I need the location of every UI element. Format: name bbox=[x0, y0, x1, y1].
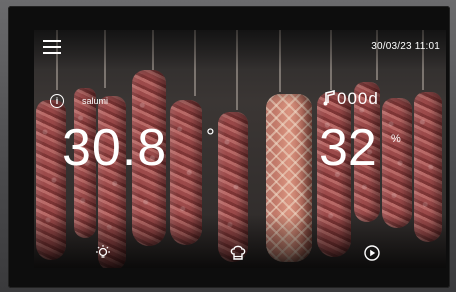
chef-hat-icon[interactable] bbox=[229, 244, 247, 262]
hamburger-menu-icon[interactable] bbox=[43, 40, 61, 54]
program-name: salumi bbox=[82, 96, 109, 106]
device-frame: 30/03/23 11:01 i salumi 000d 30.8 ° 32 % bbox=[0, 0, 456, 292]
humidity-unit: % bbox=[391, 133, 401, 145]
humidity-value: 32 bbox=[319, 119, 377, 177]
temperature-unit: ° bbox=[206, 124, 215, 149]
info-icon[interactable]: i bbox=[50, 94, 64, 108]
cycle-counter: 000d bbox=[337, 89, 379, 108]
play-icon[interactable] bbox=[363, 244, 381, 262]
light-bulb-icon[interactable] bbox=[94, 244, 112, 262]
date-time-display: 30/03/23 11:01 bbox=[371, 41, 440, 52]
temperature-value: 30.8 bbox=[62, 119, 168, 177]
ui-overlay: 30/03/23 11:01 i salumi 000d 30.8 ° 32 % bbox=[34, 30, 446, 268]
display-screen: 30/03/23 11:01 i salumi 000d 30.8 ° 32 % bbox=[34, 30, 446, 268]
